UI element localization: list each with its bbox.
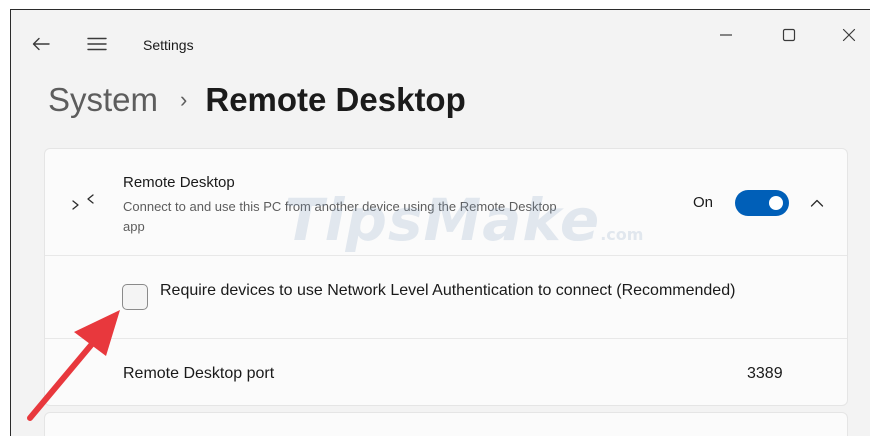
remote-desktop-title: Remote Desktop	[123, 174, 235, 191]
back-button[interactable]	[27, 32, 55, 56]
close-button[interactable]	[827, 18, 870, 52]
minimize-button[interactable]	[704, 18, 748, 52]
maximize-icon	[782, 28, 796, 42]
remote-desktop-toggle[interactable]	[735, 190, 789, 216]
next-settings-card	[44, 412, 848, 436]
navigation-menu-button[interactable]	[83, 32, 111, 56]
nla-checkbox[interactable]	[122, 284, 148, 310]
remote-desktop-description: Connect to and use this PC from another …	[123, 199, 557, 234]
remote-desktop-setting-row[interactable]: Remote Desktop Connect to and use this P…	[45, 149, 847, 255]
collapse-section-button[interactable]	[803, 189, 831, 217]
nla-setting-row: Require devices to use Network Level Aut…	[45, 256, 847, 338]
page-title: Remote Desktop	[205, 81, 466, 118]
close-icon	[842, 28, 856, 42]
back-arrow-icon	[32, 37, 50, 51]
toggle-knob	[769, 196, 783, 210]
chevron-up-icon	[810, 199, 824, 207]
minimize-icon	[720, 34, 732, 36]
hamburger-menu-icon	[87, 37, 107, 51]
nla-label[interactable]: Require devices to use Network Level Aut…	[160, 279, 760, 303]
port-value: 3389	[747, 365, 783, 382]
port-setting-row: Remote Desktop port 3389	[45, 339, 847, 405]
port-label: Remote Desktop port	[123, 365, 275, 382]
breadcrumb: System › Remote Desktop	[48, 78, 466, 122]
app-title: Settings	[143, 37, 194, 53]
title-bar: Settings	[11, 10, 870, 74]
settings-window: Settings System › Remote Desktop Remote …	[10, 9, 870, 436]
breadcrumb-separator: ›	[180, 87, 188, 112]
breadcrumb-system-link[interactable]: System	[48, 81, 158, 119]
remote-desktop-card: Remote Desktop Connect to and use this P…	[44, 148, 848, 406]
toggle-state-label: On	[693, 194, 714, 211]
remote-desktop-icon	[71, 191, 97, 215]
maximize-button[interactable]	[767, 18, 811, 52]
